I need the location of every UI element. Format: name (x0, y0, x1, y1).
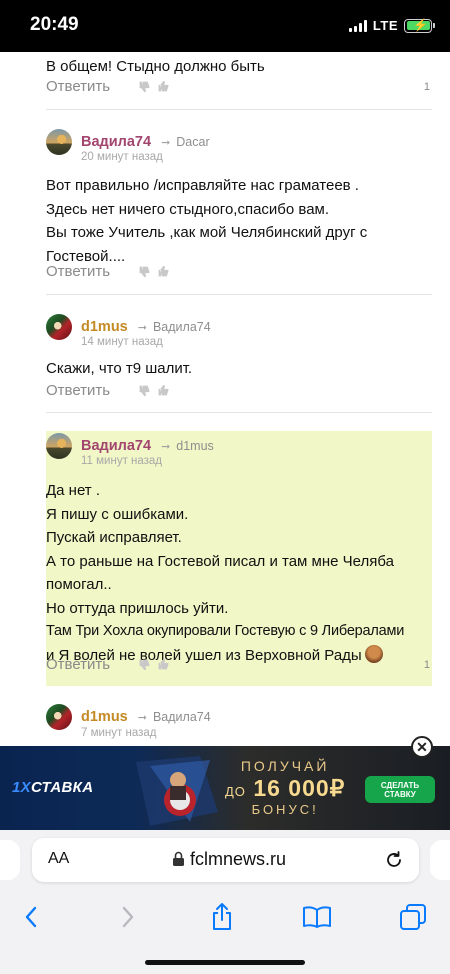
status-time: 20:49 (30, 14, 79, 35)
comment: d1mus ➞ Вадила74 7 минут назад (46, 702, 432, 746)
reply-to-user[interactable]: d1mus (176, 439, 214, 453)
thumbs-down-icon[interactable] (138, 80, 151, 93)
thumbs-up-icon[interactable] (157, 265, 170, 278)
comment-actions: Ответить 1 (46, 656, 432, 673)
comment-actions: Ответить (46, 263, 432, 280)
reply-to-user[interactable]: Dacar (176, 135, 209, 149)
avatar[interactable] (46, 129, 72, 155)
url-domain[interactable]: fclmnews.ru (190, 849, 286, 870)
comment-actions: Ответить 1 (46, 78, 432, 95)
address-bar-area: AA fclmnews.ru (0, 830, 450, 892)
reply-count: 1 (423, 658, 430, 671)
address-bar[interactable]: AA fclmnews.ru (32, 838, 419, 882)
home-indicator (145, 960, 305, 965)
thumbs-up-icon[interactable] (157, 80, 170, 93)
divider (46, 294, 432, 295)
comment-time: 11 минут назад (81, 455, 163, 467)
comment-text: Вот правильно /исправляйте нас граматеев… (46, 177, 368, 265)
thumbs-down-icon[interactable] (138, 265, 151, 278)
reply-arrow-icon: ➞ (137, 711, 147, 724)
reply-arrow-icon: ➞ (161, 440, 171, 453)
reply-arrow-icon: ➞ (161, 136, 171, 149)
ad-illustration (136, 756, 218, 826)
tabs-icon (400, 904, 426, 930)
comment-highlighted: Вадила74 ➞ d1mus 11 минут назад Да нет .… (46, 431, 432, 686)
share-icon (213, 903, 231, 930)
reload-icon[interactable] (383, 849, 405, 871)
thumbs-up-icon[interactable] (157, 384, 170, 397)
reply-count: 1 (423, 80, 430, 93)
battery-icon: ⚡ (404, 18, 435, 33)
reply-to-user[interactable]: Вадила74 (153, 710, 211, 724)
comment-author[interactable]: Вадила74 (81, 134, 151, 150)
tabs-button[interactable] (396, 900, 430, 934)
avatar[interactable] (46, 314, 72, 340)
thumbs-up-icon[interactable] (157, 658, 170, 671)
thumbs-down-icon[interactable] (138, 658, 151, 671)
ad-logo: 1XСТАВКА (12, 779, 94, 796)
reply-button[interactable]: Ответить (46, 263, 110, 280)
chevron-left-icon (25, 906, 37, 928)
comment: d1mus ➞ Вадила74 14 минут назад Скажи, ч… (46, 310, 432, 410)
ad-banner[interactable]: 1XСТАВКА ПОЛУЧАЙ ДО 16 000₽ БОНУС! СДЕЛА… (0, 746, 450, 830)
comment-author[interactable]: Вадила74 (81, 438, 151, 454)
next-tab-stub[interactable] (430, 840, 450, 880)
book-icon (303, 906, 331, 928)
comment-author[interactable]: d1mus (81, 319, 128, 335)
comment-text: Скажи, что т9 шалит. (46, 360, 193, 377)
ad-close-button[interactable]: ✕ (411, 736, 433, 758)
chevron-right-icon (122, 906, 134, 928)
reply-button[interactable]: Ответить (46, 382, 110, 399)
comment-author[interactable]: d1mus (81, 709, 128, 725)
reply-arrow-icon: ➞ (137, 321, 147, 334)
share-button[interactable] (205, 900, 239, 934)
back-button[interactable] (14, 900, 48, 934)
comment-actions: Ответить (46, 382, 432, 399)
previous-tab-stub[interactable] (0, 840, 20, 880)
comment-time: 14 минут назад (81, 336, 163, 348)
bookmarks-button[interactable] (300, 900, 334, 934)
cellular-signal-icon (348, 19, 367, 32)
thumbs-down-icon[interactable] (138, 384, 151, 397)
status-indicators: LTE ⚡ (348, 18, 435, 33)
ad-offer-text: ПОЛУЧАЙ ДО 16 000₽ БОНУС! (225, 758, 346, 817)
status-bar: 20:49 LTE ⚡ (0, 0, 450, 52)
avatar[interactable] (46, 704, 72, 730)
comment: В общем! Стыдно должно быть Ответить 1 (46, 52, 432, 108)
comment-time: 20 минут назад (81, 151, 163, 163)
comment-text: В общем! Стыдно должно быть (46, 58, 265, 75)
comment: Вадила74 ➞ Dacar 20 минут назад Вот прав… (46, 124, 432, 292)
lock-icon (173, 851, 184, 866)
comment-time: 7 минут назад (81, 727, 157, 739)
reply-button[interactable]: Ответить (46, 78, 110, 95)
forward-button[interactable] (111, 900, 145, 934)
comment-text: Да нет . Я пишу с ошибками. Пускай испра… (46, 482, 405, 664)
page-settings-button[interactable]: AA (48, 850, 69, 868)
divider (46, 109, 432, 110)
comments-feed[interactable]: В общем! Стыдно должно быть Ответить 1 В… (0, 52, 450, 746)
network-type: LTE (372, 18, 398, 33)
divider (46, 412, 432, 413)
reply-button[interactable]: Ответить (46, 656, 110, 673)
ad-cta-button[interactable]: СДЕЛАТЬ СТАВКУ (365, 776, 435, 803)
reply-to-user[interactable]: Вадила74 (153, 320, 211, 334)
avatar[interactable] (46, 433, 72, 459)
